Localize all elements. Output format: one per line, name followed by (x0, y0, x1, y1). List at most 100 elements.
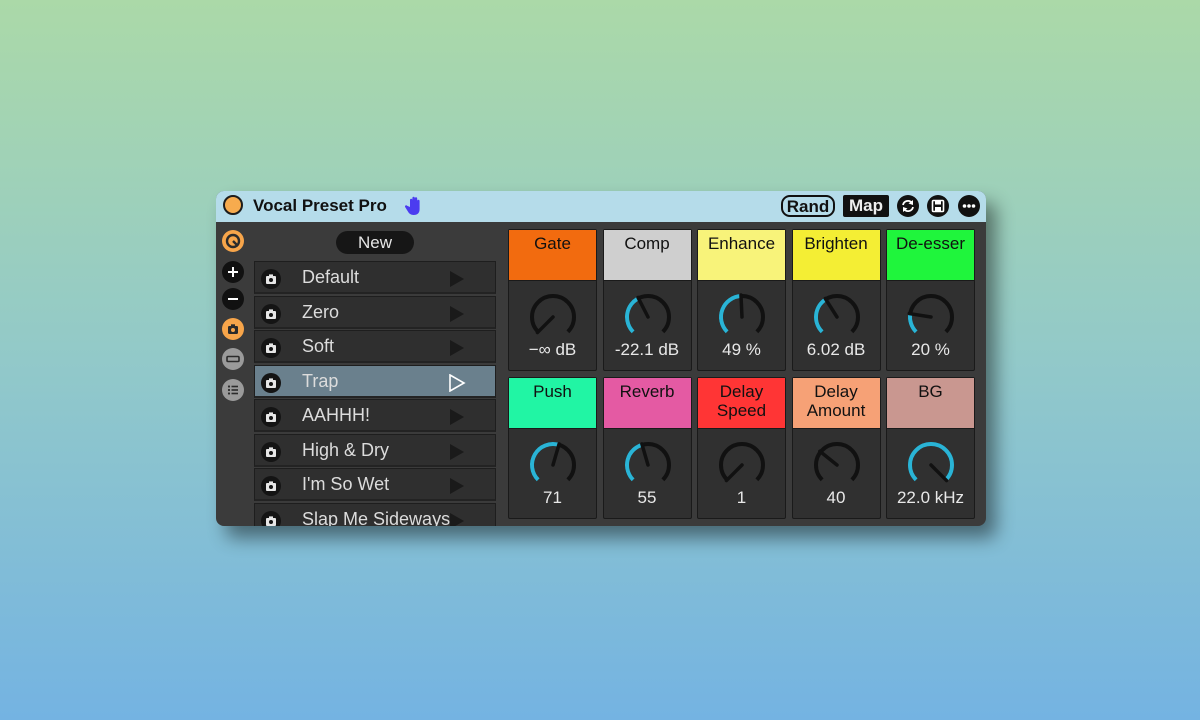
module-gate: Gate −∞ dB (508, 229, 597, 371)
save-button[interactable] (927, 195, 949, 217)
module-value: 71 (543, 488, 562, 507)
list-icon (227, 385, 238, 395)
camera-icon[interactable] (261, 441, 281, 462)
knob[interactable] (715, 290, 769, 344)
module-label[interactable]: Comp (603, 230, 691, 281)
list-view-button[interactable] (222, 379, 244, 401)
preset-row[interactable]: Slap Me Sideways (254, 502, 496, 527)
add-preset-button[interactable] (222, 261, 244, 283)
rand-button[interactable]: Rand (781, 195, 835, 217)
minus-icon (228, 298, 238, 300)
module-reverb: Reverb 55 (602, 377, 692, 519)
module-value: 22.0 kHz (896, 488, 965, 507)
knob-track (530, 294, 576, 334)
module-value: −∞ dB (528, 340, 577, 359)
camera-icon (228, 324, 238, 334)
module-value: 1 (736, 488, 747, 507)
more-button[interactable] (958, 195, 980, 217)
knob[interactable] (810, 290, 864, 344)
camera-icon[interactable] (261, 303, 281, 324)
knob-pointer (817, 449, 839, 467)
module-value: 20 % (911, 340, 950, 359)
knob-pointer (551, 442, 561, 467)
module-label[interactable]: Gate (509, 230, 596, 281)
knob-pointer (724, 463, 744, 483)
preset-row[interactable]: Trap (254, 364, 496, 398)
camera-icon[interactable] (261, 476, 281, 496)
module-label[interactable]: Brighten (792, 230, 880, 281)
remove-preset-button[interactable] (222, 288, 244, 310)
module-label[interactable]: BG (887, 378, 974, 429)
module-label[interactable]: Delay Speed (698, 378, 785, 429)
module-label[interactable]: Enhance (698, 230, 785, 281)
sync-button[interactable] (897, 195, 919, 217)
camera-icon[interactable] (261, 338, 281, 358)
knob[interactable] (621, 438, 675, 492)
device-title: Vocal Preset Pro (253, 196, 387, 215)
knob[interactable] (904, 438, 958, 492)
module-enhance: Enhance 49 % (697, 229, 786, 371)
play-icon[interactable] (448, 270, 466, 288)
play-icon[interactable] (448, 305, 466, 323)
module-value: 6.02 dB (806, 340, 866, 359)
module-label[interactable]: De-esser (887, 230, 974, 281)
knob-pointer (822, 296, 839, 319)
preset-label: Soft (302, 336, 335, 356)
module-delay-amount: Delay Amount 40 (791, 377, 881, 519)
preset-label: High & Dry (302, 439, 390, 460)
knob[interactable] (904, 290, 958, 344)
title-bar: Vocal Preset Pro Rand Map (216, 191, 986, 222)
camera-icon[interactable] (261, 510, 281, 526)
preset-row[interactable]: AAHHH! (254, 399, 496, 432)
knob-pointer (907, 311, 933, 319)
map-button[interactable]: Map (843, 195, 889, 217)
preset-row[interactable]: High & Dry (254, 433, 496, 467)
camera-icon[interactable] (261, 407, 281, 427)
play-icon[interactable] (448, 477, 466, 495)
module-delay-speed: Delay Speed 1 (697, 377, 786, 519)
preset-label: Zero (302, 301, 340, 322)
module-bg: BG 22.0 kHz (886, 377, 975, 519)
knob[interactable] (715, 438, 769, 492)
knob-fill (719, 294, 742, 334)
play-icon[interactable] (448, 373, 466, 392)
knob-fill (624, 296, 639, 334)
knob-fill (908, 313, 918, 334)
new-preset-button[interactable]: New (336, 231, 414, 254)
camera-icon[interactable] (261, 269, 281, 289)
hand-icon (405, 196, 420, 215)
preset-row[interactable]: I'm So Wet (254, 468, 496, 501)
play-icon[interactable] (448, 512, 466, 527)
play-icon[interactable] (448, 339, 466, 357)
module-label[interactable]: Push (509, 378, 596, 429)
knob[interactable] (526, 290, 580, 344)
power-toggle[interactable] (223, 195, 243, 215)
module-label[interactable]: Delay Amount (792, 378, 880, 429)
plus-icon (228, 267, 238, 277)
knob[interactable] (810, 438, 864, 492)
knob-pointer (535, 315, 555, 335)
module-label[interactable]: Reverb (603, 378, 691, 429)
preset-row[interactable]: Zero (254, 295, 496, 329)
logo-icon (222, 230, 244, 252)
preset-row[interactable]: Default (254, 261, 496, 294)
knob[interactable] (621, 290, 675, 344)
knob-fill (908, 442, 954, 482)
snapshot-button[interactable] (222, 318, 244, 340)
collapse-button[interactable] (222, 348, 244, 370)
preset-row[interactable]: Soft (254, 330, 496, 363)
knob-fill (813, 297, 827, 334)
knob-pointer (639, 442, 650, 467)
module-de-esser: De-esser 20 % (886, 229, 975, 371)
play-icon[interactable] (448, 408, 466, 426)
more-icon (962, 204, 976, 208)
knob-fill (624, 442, 643, 482)
camera-icon[interactable] (261, 372, 281, 393)
preset-label: AAHHH! (302, 405, 371, 425)
knob[interactable] (526, 438, 580, 492)
knob-track (813, 442, 860, 482)
knob-pointer (929, 463, 949, 483)
play-icon[interactable] (448, 443, 466, 461)
module-value: -22.1 dB (614, 340, 680, 359)
knob-track (719, 442, 765, 482)
